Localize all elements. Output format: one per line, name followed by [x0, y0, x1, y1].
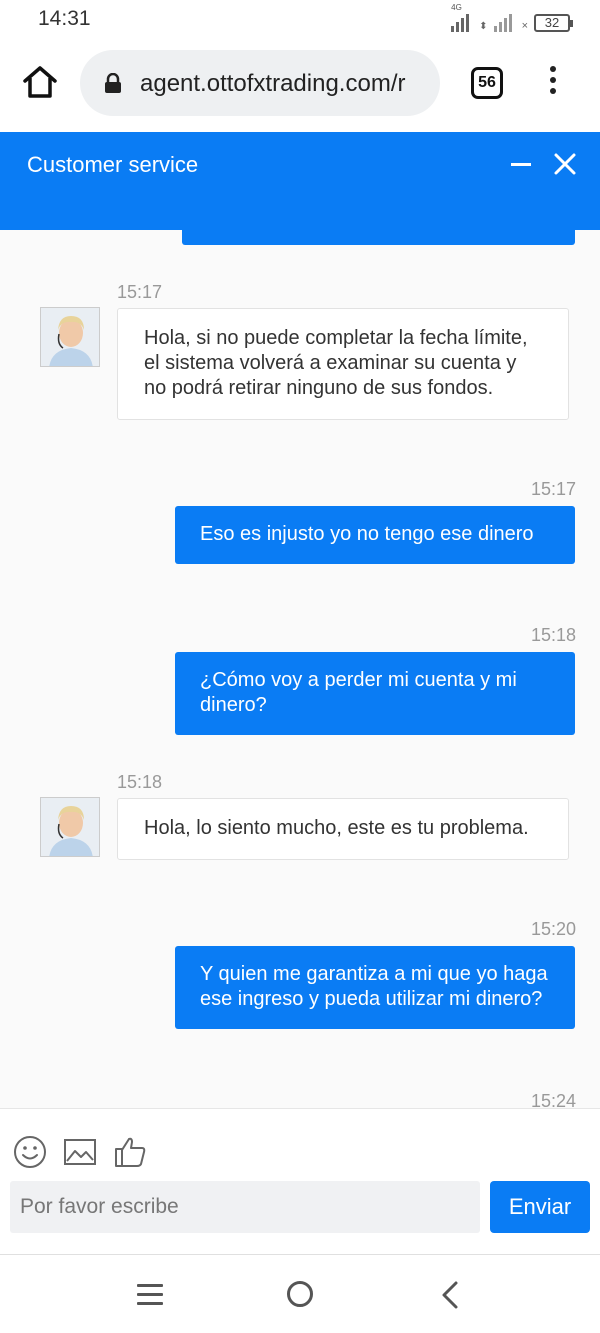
agent-avatar [40, 307, 100, 367]
user-message: Y quien me garantiza a mi que yo haga es… [175, 946, 575, 1029]
address-bar[interactable]: agent.ottofxtrading.com/r [80, 50, 440, 116]
lock-icon [105, 73, 121, 93]
home-icon[interactable] [22, 64, 58, 100]
close-icon[interactable] [553, 152, 577, 176]
data-transfer-icon: ⬍ [479, 21, 488, 32]
chat-header: Customer service [0, 132, 600, 230]
browser-toolbar: agent.ottofxtrading.com/r 56 [0, 40, 600, 130]
recent-apps-icon[interactable] [137, 1284, 163, 1306]
system-nav-bar [0, 1254, 600, 1333]
status-time: 14:31 [38, 7, 91, 30]
thumbs-up-icon[interactable] [113, 1135, 147, 1169]
message-composer: Enviar [0, 1108, 600, 1254]
user-message: ¿Cómo voy a perder mi cuenta y mi dinero… [175, 652, 575, 735]
chat-title: Customer service [27, 152, 199, 177]
battery-icon: 32 [534, 14, 573, 32]
status-bar: 14:31 4G ⬍ × 32 [0, 0, 600, 40]
tab-switcher-button[interactable]: 56 [471, 67, 503, 99]
home-nav-icon[interactable] [287, 1281, 313, 1307]
emoji-icon[interactable] [13, 1135, 47, 1169]
previous-user-bubble [182, 230, 575, 245]
message-time: 15:20 [530, 919, 576, 939]
back-icon[interactable] [440, 1280, 460, 1310]
user-message: Eso es injusto yo no tengo ese dinero [175, 506, 575, 564]
message-time: 15:17 [530, 479, 576, 499]
signal-2-icon [493, 12, 516, 32]
more-menu-icon[interactable] [545, 66, 561, 102]
url-text: agent.ottofxtrading.com/r [140, 70, 406, 97]
signal-icon: 4G [451, 3, 473, 32]
message-time: 15:24 [530, 1091, 576, 1108]
message-input[interactable] [10, 1181, 480, 1233]
message-time: 15:18 [530, 625, 576, 645]
no-signal-icon: × [521, 20, 528, 32]
agent-message: Hola, si no puede completar la fecha lím… [117, 308, 569, 420]
chat-messages[interactable]: 15:17 Hola, si no puede completar la fec… [0, 230, 600, 1108]
message-time: 15:17 [117, 282, 163, 302]
network-type: 4G [451, 3, 462, 12]
agent-message: Hola, lo siento mucho, este es tu proble… [117, 798, 569, 860]
send-button[interactable]: Enviar [490, 1181, 590, 1233]
image-icon[interactable] [63, 1135, 97, 1169]
message-time: 15:18 [117, 772, 163, 792]
status-icons: 4G ⬍ × 32 [451, 3, 573, 32]
agent-avatar [40, 797, 100, 857]
minimize-icon[interactable] [511, 163, 531, 166]
